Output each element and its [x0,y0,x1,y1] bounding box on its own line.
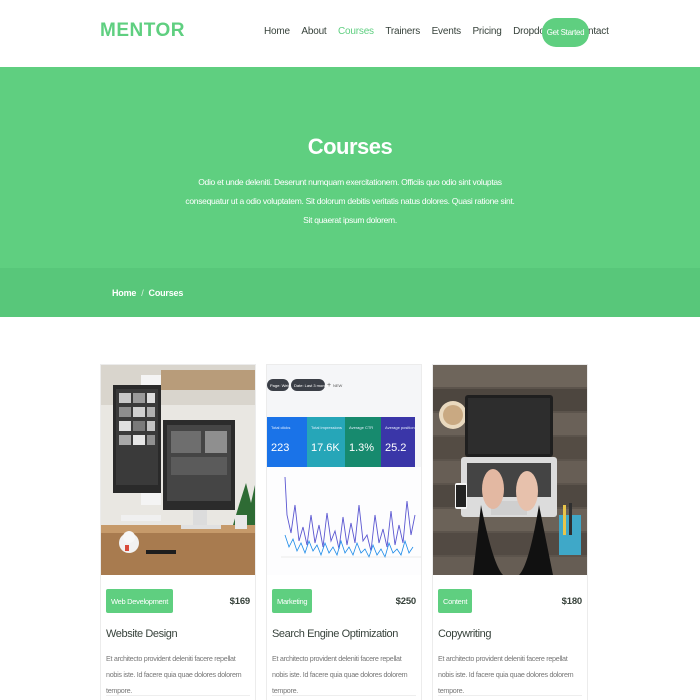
course-category[interactable]: Marketing [272,589,313,613]
metric-value: 25.2 [385,442,406,454]
breadcrumb-home[interactable]: Home [112,288,136,298]
breadcrumb-current: Courses [148,288,184,298]
nav-events[interactable]: Events [432,26,462,37]
course-image-laptop[interactable] [433,365,587,575]
course-card[interactable]: Content $180 Copywriting Et architecto p… [432,364,588,700]
nav-trainers[interactable]: Trainers [385,26,420,37]
course-price: $169 [229,596,251,607]
nav-courses[interactable]: Courses [338,26,374,37]
course-title[interactable]: Copywriting [438,628,491,640]
card-divider [272,695,416,696]
card-divider [438,695,582,696]
metric-value: 223 [271,442,289,454]
metric-label: Total impressions [311,425,342,430]
course-image-desk[interactable] [101,365,255,575]
logo[interactable]: MENTOR [100,20,185,42]
chip-new: NEW [333,383,343,388]
breadcrumb-separator: / [141,288,144,298]
chip-page: Page: Web [270,383,290,388]
course-category[interactable]: Web Development [106,589,174,613]
course-category[interactable]: Content [438,589,473,613]
metric-value: 17.6K [311,442,340,454]
metric-label: Average CTR [349,425,373,430]
course-description: Et architecto provident deleniti facere … [106,654,242,695]
course-price: $180 [561,596,583,607]
chip-date: Date: Last 3 months [294,383,330,388]
course-description: Et architecto provident deleniti facere … [272,654,408,695]
breadcrumb: Home / Courses [0,268,700,317]
page-title: Courses [307,134,393,159]
course-card[interactable]: Web Development $169 Website Design Et a… [100,364,256,700]
desk-photo [101,365,255,575]
course-image-analytics[interactable]: Page: Web Date: Last 3 months + NEW Tota… [267,365,421,575]
course-price: $250 [395,596,417,607]
page-hero: Courses Odio et unde deleniti. Deserunt … [0,67,700,268]
get-started-button[interactable]: Get Started [542,18,589,47]
course-card[interactable]: Page: Web Date: Last 3 months + NEW Tota… [266,364,422,700]
nav-home[interactable]: Home [264,26,290,37]
course-title[interactable]: Website Design [106,628,178,640]
course-title[interactable]: Search Engine Optimization [272,628,398,640]
metric-label: Average position [385,425,415,430]
metric-value: 1.3% [349,442,374,454]
nav-pricing[interactable]: Pricing [472,26,501,37]
laptop-photo [433,365,587,575]
site-header: MENTOR Home About Courses Trainers Event… [0,0,700,67]
card-divider [106,695,250,696]
plus-icon: + [327,382,331,389]
nav-about[interactable]: About [301,26,326,37]
metric-label: Total clicks [271,425,290,430]
page-intro: Odio et unde deleniti. Deserunt numquam … [185,177,515,225]
course-description: Et architecto provident deleniti facere … [438,654,574,695]
analytics-dashboard-photo: Page: Web Date: Last 3 months + NEW Tota… [267,365,421,575]
